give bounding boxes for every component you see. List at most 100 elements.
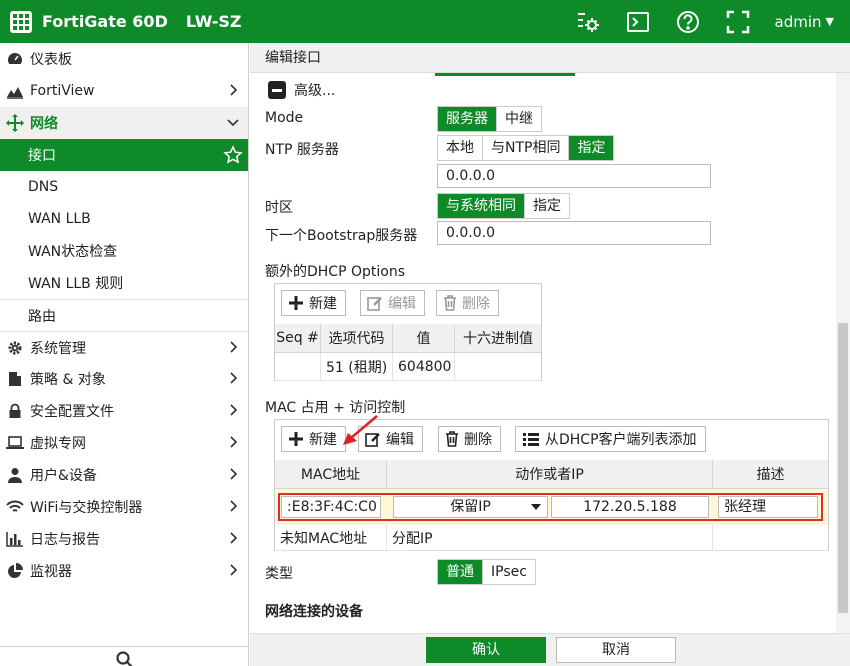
sidebar-item-label: WiFi与交换控制器 [30, 500, 143, 516]
hostname: LW-SZ [185, 12, 242, 31]
cancel-button[interactable]: 取消 [556, 637, 676, 663]
unknown-mac-action[interactable]: 分配IP [387, 525, 713, 551]
dhcp-col-seq: Seq # [275, 324, 321, 353]
sidebar-item-label: WAN LLB 规则 [28, 276, 124, 292]
sidebar-item-log-report[interactable]: 日志与报告 [0, 523, 248, 555]
caret-down-icon [531, 504, 541, 510]
timezone-specify-option[interactable]: 指定 [525, 194, 569, 218]
mac-col-action: 动作或者IP [387, 460, 713, 489]
main-scrollbar[interactable] [836, 73, 850, 633]
dhcp-row-code: 51 (租期) [321, 353, 393, 381]
ntp-specify-option[interactable]: 指定 [569, 136, 614, 160]
sidebar-item-routing[interactable]: 路由 [0, 299, 248, 331]
sidebar-item-dns[interactable]: DNS [0, 171, 248, 203]
advanced-toggle[interactable]: 高级... [268, 80, 335, 100]
ntp-local-option[interactable]: 本地 [438, 136, 483, 160]
ntp-server-input[interactable]: 0.0.0.0 [437, 164, 711, 188]
pie-chart-icon [6, 562, 24, 580]
dhcp-edit-button[interactable]: 编辑 [360, 290, 425, 316]
mac-desc-input[interactable]: 张经理 [718, 496, 818, 518]
chevron-right-icon [230, 564, 238, 576]
form-footer: 确认 取消 [250, 633, 850, 666]
cli-console-icon[interactable] [575, 9, 601, 35]
user-menu[interactable]: admin ▼ [775, 13, 834, 31]
dhcp-row-hex [455, 353, 541, 381]
trash-icon [443, 295, 457, 311]
type-ipsec-option[interactable]: IPsec [483, 560, 535, 584]
type-label: 类型 [265, 566, 293, 582]
chevron-right-icon [230, 341, 238, 353]
sidebar: 仪表板 FortiView 网络 接口 DNS WAN LLB WAN状态检查 … [0, 43, 249, 666]
mac-ip-input[interactable]: 172.20.5.188 [551, 496, 709, 518]
search-icon [116, 651, 133, 666]
sidebar-item-vpn[interactable]: 虚拟专网 [0, 427, 248, 459]
sidebar-item-wan-llb[interactable]: WAN LLB [0, 203, 248, 235]
sidebar-item-user-device[interactable]: 用户&设备 [0, 459, 248, 491]
list-icon [522, 431, 540, 447]
mac-action-select[interactable]: 保留IP [393, 496, 548, 518]
mac-address-input[interactable]: :E8:3F:4C:C0 [281, 496, 381, 518]
ok-button[interactable]: 确认 [426, 637, 546, 663]
bar-chart-icon [6, 530, 24, 548]
chevron-down-icon [227, 119, 239, 127]
expand-icon[interactable] [725, 9, 751, 35]
scroll-thumb[interactable] [838, 323, 848, 613]
mac-add-from-dhcp-button[interactable]: 从DHCP客户端列表添加 [515, 426, 706, 452]
sidebar-item-interfaces[interactable]: 接口 [0, 139, 248, 171]
sidebar-item-monitor[interactable]: 监视器 [0, 555, 248, 587]
edit-icon [367, 295, 383, 311]
sidebar-item-policy-objects[interactable]: 策略 & 对象 [0, 363, 248, 395]
dhcp-row-value: 604800 [393, 353, 455, 381]
bootstrap-input[interactable]: 0.0.0.0 [437, 221, 711, 245]
dhcp-new-button[interactable]: 新建 [281, 290, 346, 316]
mode-relay-option[interactable]: 中继 [497, 107, 541, 131]
advanced-label: 高级... [294, 83, 336, 99]
mode-toggle: 服务器 中继 [437, 106, 542, 132]
dhcp-col-hex: 十六进制值 [455, 324, 541, 353]
connected-devices-label: 网络连接的设备 [265, 604, 363, 620]
sidebar-item-security-profiles[interactable]: 安全配置文件 [0, 395, 248, 427]
sidebar-item-dashboard[interactable]: 仪表板 [0, 43, 248, 75]
ntp-same-option[interactable]: 与NTP相同 [483, 136, 570, 160]
mode-server-option[interactable]: 服务器 [438, 107, 497, 131]
type-normal-option[interactable]: 普通 [438, 560, 483, 584]
chevron-right-icon [230, 84, 238, 96]
sidebar-item-fortiview[interactable]: FortiView [0, 75, 248, 107]
sidebar-item-wifi-switch[interactable]: WiFi与交换控制器 [0, 491, 248, 523]
dhcp-row-seq [275, 353, 321, 381]
sidebar-item-label: 系统管理 [30, 340, 86, 357]
mac-col-desc: 描述 [713, 460, 828, 489]
sidebar-item-label: 用户&设备 [30, 468, 97, 484]
brand[interactable]: FortiGate 60D LW-SZ [10, 10, 242, 33]
timezone-same-option[interactable]: 与系统相同 [438, 194, 525, 218]
lock-icon [6, 402, 24, 420]
wifi-icon [6, 498, 24, 516]
sidebar-item-wan-llb-rules[interactable]: WAN LLB 规则 [0, 267, 248, 299]
scroll-indicator [435, 73, 575, 76]
sidebar-item-system[interactable]: 系统管理 [0, 331, 248, 363]
chevron-right-icon [230, 532, 238, 544]
sidebar-item-label: 网络 [30, 116, 58, 132]
bootstrap-label: 下一个Bootstrap服务器 [265, 228, 418, 244]
main-content: 编辑接口 高级... Mode 服务器 中继 NTP 服务器 本地 与NTP相同… [250, 43, 850, 666]
dhcp-col-code: 选项代码 [321, 324, 393, 353]
fullscreen-console-icon[interactable] [625, 9, 651, 35]
mac-delete-button[interactable]: 删除 [438, 426, 501, 452]
mode-label: Mode [265, 110, 304, 126]
chevron-right-icon [230, 500, 238, 512]
plus-icon [288, 295, 304, 311]
chevron-right-icon [230, 404, 238, 416]
sidebar-item-network[interactable]: 网络 [0, 107, 248, 139]
timezone-label: 时区 [265, 200, 293, 216]
star-icon[interactable] [223, 145, 243, 169]
mac-control-panel: 新建 编辑 删除 从DHCP客户端列表添加 MAC地址 动作或者IP 描述 :E… [274, 415, 829, 551]
dhcp-options-panel: 新建 编辑 删除 Seq # 选项代码 值 十六进制值 51 (租期) 6048… [274, 283, 542, 381]
network-move-icon [6, 114, 24, 132]
sidebar-item-label: WAN状态检查 [28, 244, 118, 260]
top-bar: FortiGate 60D LW-SZ admin ▼ [0, 0, 850, 43]
sidebar-item-wan-status-check[interactable]: WAN状态检查 [0, 235, 248, 267]
dhcp-delete-button[interactable]: 删除 [436, 290, 499, 316]
sidebar-search[interactable] [0, 646, 248, 666]
chevron-right-icon [230, 436, 238, 448]
help-icon[interactable] [675, 9, 701, 35]
